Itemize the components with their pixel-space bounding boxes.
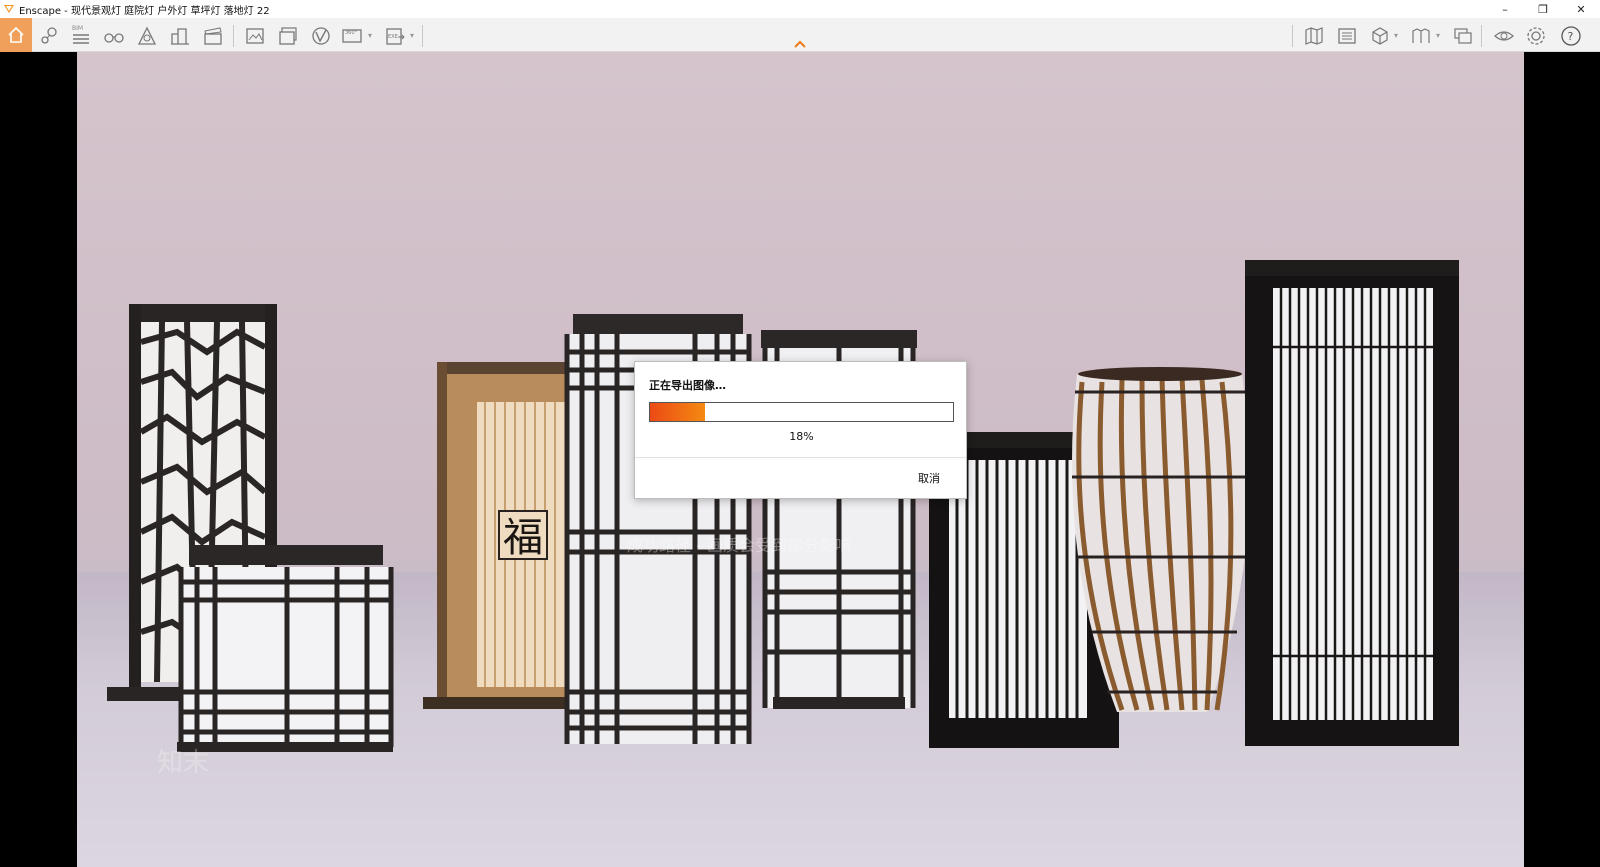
dialog-divider [635,457,966,458]
progress-bar [649,402,954,422]
toolbar-separator [233,25,234,47]
views-button[interactable] [1407,22,1435,50]
render-360-icon: 360° [342,29,362,43]
watermark-band: 成功路径 - 画质会受到部分影响 [77,534,1524,555]
video-editor-button[interactable] [199,22,227,50]
camera-position-button[interactable] [35,22,63,50]
map-button[interactable] [1300,22,1328,50]
export-exe-button[interactable]: EXE [381,22,409,50]
title-bar: Enscape - 现代景观灯 庭院灯 户外灯 草坪灯 落地灯 22 – ❐ ✕ [0,0,1600,18]
settings-button[interactable] [1522,22,1550,50]
visual-settings-button[interactable] [1333,22,1361,50]
render-panorama-button[interactable]: 360° [339,22,367,50]
cancel-button[interactable]: 取消 [918,470,940,486]
help-label: ? [1568,30,1574,43]
export-exe-label: EXE [388,34,398,40]
chevron-down-icon[interactable]: ▾ [1394,32,1402,40]
toolbar-separator [1292,25,1293,47]
watermark-text: 知末 [157,748,210,778]
home-button[interactable] [0,18,32,52]
progress-fill [650,403,705,421]
chevron-down-icon[interactable]: ▾ [1436,32,1444,40]
window-title: Enscape - 现代景观灯 庭院灯 户外灯 草坪灯 落地灯 22 [19,5,270,17]
toolbar-separator [1481,25,1482,47]
asset-library-icon [137,26,157,45]
feedback-icon [1454,28,1472,44]
feedback-button[interactable] [1449,22,1477,50]
views-icon [1412,28,1430,43]
restore-button[interactable]: ❐ [1524,0,1562,18]
settings-icon [1527,27,1545,45]
bim-button[interactable]: BIM [67,22,95,50]
location-pin-icon [41,27,57,44]
upload-button[interactable] [166,22,194,50]
home-icon [8,26,24,43]
bim-icon: BIM [72,25,89,44]
help-icon: ? [1561,26,1581,46]
minimize-button[interactable]: – [1486,0,1524,18]
progress-percentage: 18% [789,430,814,443]
bim-label: BIM [72,25,83,32]
watermark-tagline: 成功路径 - 画质会受到部分影响 [627,536,851,555]
help-button[interactable]: ? [1557,22,1585,50]
lamp-square-box [177,545,394,752]
render-image-button[interactable] [241,22,269,50]
enscape-logo-icon [4,5,14,13]
binoculars-icon [104,33,124,43]
visibility-button[interactable] [1490,22,1518,50]
collapse-toolbar-arrow-icon[interactable] [792,38,808,50]
close-button[interactable]: ✕ [1562,0,1600,18]
batch-render-icon [279,27,297,45]
eye-icon [1494,31,1514,41]
export-web-button[interactable] [307,22,335,50]
lamp-tallest-slats [1245,260,1459,746]
screenshot-icon [246,28,264,44]
asset-library-button[interactable] [133,22,161,50]
batch-render-button[interactable] [274,22,302,50]
render-360-label: 360° [345,30,358,36]
dialog-title: 正在导出图像… [649,379,726,392]
walk-mode-button[interactable] [100,22,128,50]
chevron-down-icon[interactable]: ▾ [368,32,376,40]
export-progress-dialog: 正在导出图像… 18% 取消 [634,361,967,499]
cube-view-icon [1372,27,1388,45]
export-exe-icon: EXE [386,28,405,45]
visual-settings-icon [1338,28,1356,44]
cube-view-button[interactable] [1366,22,1394,50]
chevron-down-icon[interactable]: ▾ [410,32,418,40]
toolbar-separator [422,25,423,47]
map-icon [1305,27,1323,45]
panorama-vr-icon [312,27,330,45]
clapper-icon [204,27,222,45]
buildings-icon [171,28,189,45]
